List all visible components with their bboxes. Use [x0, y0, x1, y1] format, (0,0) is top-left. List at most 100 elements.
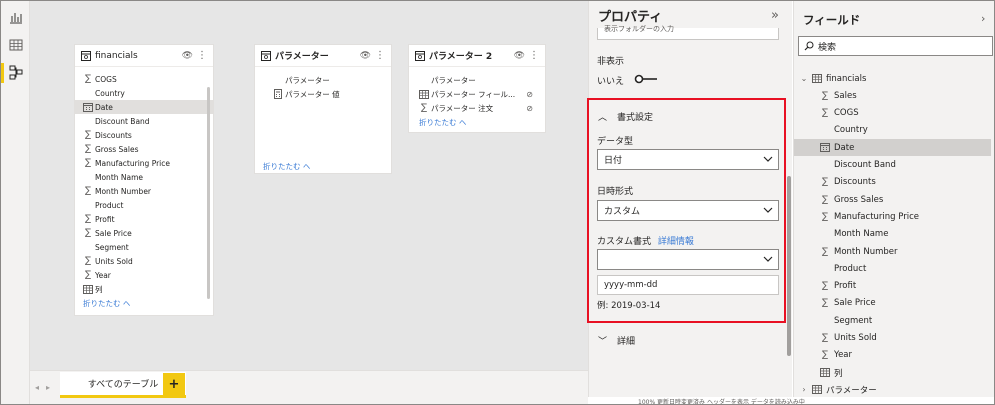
add-layout-button[interactable]: +	[163, 373, 185, 395]
card-field-row[interactable]: パラメーター	[265, 73, 391, 87]
card-field-label: Units Sold	[95, 256, 133, 266]
tree-field-node[interactable]: ∑ Gross Sales	[794, 191, 991, 208]
card-header[interactable]: パラメーター 2 👁 ⋮	[409, 45, 545, 67]
visibility-eye-icon[interactable]: 👁	[514, 51, 525, 61]
card-field-row[interactable]: Date	[75, 100, 213, 114]
card-header[interactable]: パラメーター 👁 ⋮	[255, 45, 391, 67]
card-field-row[interactable]: ∑ Manufacturing Price	[75, 156, 213, 170]
expand-chevron-icon[interactable]: ⌄	[798, 74, 810, 83]
advanced-section-label: 詳細	[617, 336, 636, 347]
format-section-header[interactable]: ︿ 書式設定	[589, 103, 787, 129]
tree-field-node[interactable]: Product	[794, 260, 991, 277]
card-field-label: パラメーター	[431, 75, 476, 85]
chevron-right-icon[interactable]: ›	[981, 12, 985, 25]
tree-field-node[interactable]: 列	[794, 364, 991, 381]
table-card-parameter-2[interactable]: パラメーター 2 👁 ⋮ パラメーターパラメーター フィール... ⊘ ∑ パラメータ…	[408, 44, 546, 133]
visibility-eye-icon[interactable]: 👁	[182, 51, 193, 61]
tab-next-icon[interactable]: ▸	[46, 383, 50, 392]
card-field-row[interactable]: ∑ Profit	[75, 212, 213, 226]
datetime-format-select[interactable]: カスタム	[597, 200, 779, 221]
tree-table-node[interactable]: › パラメーター	[794, 381, 991, 398]
more-options-icon[interactable]: ⋮	[375, 50, 385, 61]
sigma-icon: ∑	[821, 108, 829, 119]
tree-field-node[interactable]: ∑ Discounts	[794, 174, 991, 191]
hidden-value: いいえ	[597, 77, 625, 87]
card-field-row[interactable]: ∑ Discounts	[75, 128, 213, 142]
custom-format-select[interactable]	[597, 249, 779, 270]
card-field-row[interactable]: ∑ Gross Sales	[75, 142, 213, 156]
card-field-label: Gross Sales	[95, 144, 139, 154]
card-scrollbar[interactable]	[207, 87, 210, 299]
card-field-row[interactable]: Product	[75, 198, 213, 212]
model-icon	[9, 65, 23, 80]
card-field-row[interactable]: ∑ パラメーター 注文 ⊘	[411, 101, 545, 115]
tree-field-node[interactable]: Month Name	[794, 226, 991, 243]
tree-field-node[interactable]: ∑ Sales	[794, 87, 991, 104]
tree-label: パラメーター	[826, 385, 877, 396]
card-field-row[interactable]: 列	[75, 282, 213, 296]
card-field-list: パラメーター パラメーター 値折りたたむ ヘ	[255, 67, 391, 171]
card-field-row[interactable]: Country	[75, 86, 213, 100]
display-folder-input[interactable]: 表示フォルダーの入力	[597, 25, 779, 40]
more-options-icon[interactable]: ⋮	[529, 50, 539, 61]
properties-scrollbar[interactable]	[787, 176, 791, 356]
card-title: パラメーター	[275, 52, 329, 62]
tree-field-node[interactable]: ∑ Sale Price	[794, 295, 991, 312]
learn-more-link[interactable]: 詳細情報	[658, 237, 694, 247]
card-field-row[interactable]: パラメーター 値	[265, 87, 391, 101]
tree-label: 列	[834, 368, 843, 379]
collapse-pane-icon[interactable]: »	[771, 8, 779, 23]
card-field-row[interactable]: Discount Band	[75, 114, 213, 128]
card-field-row[interactable]: ∑ Month Number	[75, 184, 213, 198]
card-field-row[interactable]: パラメーター フィール... ⊘	[411, 87, 545, 101]
field-search-input[interactable]: 検索	[798, 36, 993, 56]
card-field-row[interactable]: Month Name	[75, 170, 213, 184]
tree-table-node[interactable]: ⌄ financials	[794, 70, 991, 87]
table-tab-bar: ◂ ▸ すべてのテーブル +	[30, 370, 588, 404]
tree-field-node[interactable]: Date	[794, 139, 991, 157]
data-view-button[interactable]	[4, 33, 28, 57]
card-header[interactable]: financials 👁 ⋮	[75, 45, 213, 67]
datetime-format-value: カスタム	[604, 207, 641, 217]
calendar-icon	[818, 143, 832, 153]
tree-field-node[interactable]: Discount Band	[794, 157, 991, 174]
model-canvas[interactable]: financials 👁 ⋮ ∑ COGS Country Date Discount …	[30, 1, 588, 370]
tab-label: すべてのテーブル	[87, 380, 159, 390]
advanced-section-header[interactable]: ﹀ 詳細	[589, 327, 787, 353]
collapse-link[interactable]: 折りたたむ ヘ	[411, 115, 545, 129]
collapse-link[interactable]: 折りたたむ ヘ	[255, 159, 310, 173]
collapsed-chevron-icon[interactable]: ›	[798, 385, 810, 394]
table-card-parameter[interactable]: パラメーター 👁 ⋮ パラメーター パラメーター 値折りたたむ ヘ	[254, 44, 392, 174]
tree-field-node[interactable]: ∑ COGS	[794, 105, 991, 122]
tab-prev-icon[interactable]: ◂	[35, 383, 39, 392]
card-field-row[interactable]: ∑ Year	[75, 268, 213, 282]
card-field-row[interactable]: ∑ COGS	[75, 72, 213, 86]
visibility-eye-icon[interactable]: 👁	[360, 51, 371, 61]
tree-label: Sale Price	[834, 298, 876, 309]
hidden-eye-icon[interactable]: ⊘	[526, 90, 533, 99]
hidden-eye-icon[interactable]: ⊘	[526, 104, 533, 113]
custom-format-value: yyyy-mm-dd	[604, 280, 658, 290]
card-field-row[interactable]: パラメーター	[411, 73, 545, 87]
model-view-button[interactable]	[1, 61, 28, 85]
status-strip: 100% 更新日時変更済み ヘッダーを表示 データを読み込み中	[588, 397, 994, 404]
data-type-select[interactable]: 日付	[597, 149, 779, 170]
tree-field-node[interactable]: ∑ Profit	[794, 278, 991, 295]
report-view-button[interactable]	[4, 5, 28, 29]
more-options-icon[interactable]: ⋮	[197, 50, 207, 61]
table-card-financials[interactable]: financials 👁 ⋮ ∑ COGS Country Date Discount …	[74, 44, 214, 316]
card-field-row[interactable]: ∑ Units Sold	[75, 254, 213, 268]
card-field-row[interactable]: ∑ Sale Price	[75, 226, 213, 240]
tree-field-node[interactable]: ∑ Month Number	[794, 243, 991, 260]
tree-field-node[interactable]: ∑ Units Sold	[794, 330, 991, 347]
hidden-toggle[interactable]	[633, 73, 659, 88]
tree-field-node[interactable]: Segment	[794, 312, 991, 329]
tree-field-node[interactable]: ∑ Year	[794, 347, 991, 364]
card-field-label: Profit	[95, 214, 115, 224]
tree-field-node[interactable]: Country	[794, 122, 991, 139]
card-field-label: Segment	[95, 242, 129, 252]
collapse-link[interactable]: 折りたたむ ヘ	[75, 296, 213, 310]
card-field-row[interactable]: Segment	[75, 240, 213, 254]
custom-format-input[interactable]: yyyy-mm-dd	[597, 275, 779, 295]
tree-field-node[interactable]: ∑ Manufacturing Price	[794, 208, 991, 225]
